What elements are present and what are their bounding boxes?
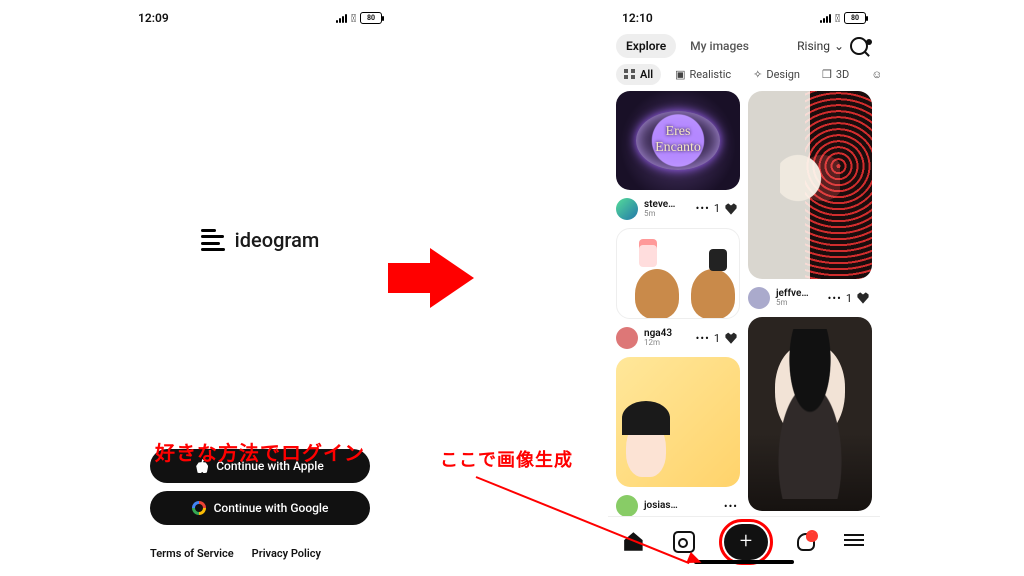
chevron-down-icon: ⌄ xyxy=(834,39,844,53)
card-meta: nga43 12m ••• 1 xyxy=(616,325,740,351)
heart-icon[interactable] xyxy=(856,291,870,305)
cellular-icon xyxy=(336,14,347,23)
battery-icon: 80 xyxy=(360,12,382,24)
avatar[interactable] xyxy=(616,198,638,220)
sort-dropdown[interactable]: Rising ⌄ xyxy=(797,39,844,53)
google-icon xyxy=(192,501,206,515)
battery-icon: 80 xyxy=(844,12,866,24)
annotation-login: 好きな方法でログイン xyxy=(155,437,365,466)
filter-chips: All ▣ Realistic ✧ Design ❒ 3D ☺ xyxy=(608,58,880,91)
face-icon: ☺ xyxy=(871,68,880,81)
avatar[interactable] xyxy=(616,495,638,517)
more-icon[interactable]: ••• xyxy=(696,202,710,215)
bottom-nav: + 1 xyxy=(608,516,880,566)
privacy-policy-link[interactable]: Privacy Policy xyxy=(252,547,321,560)
feed-card[interactable] xyxy=(616,91,740,190)
more-icon[interactable]: ••• xyxy=(828,292,842,305)
nav-menu[interactable] xyxy=(844,531,866,553)
card-meta: steve… 5m ••• 1 xyxy=(616,196,740,222)
terms-of-service-link[interactable]: Terms of Service xyxy=(150,547,234,560)
nav-create-button[interactable]: + xyxy=(724,524,768,560)
continue-with-google-button[interactable]: Continue with Google xyxy=(150,491,370,525)
tab-explore[interactable]: Explore xyxy=(616,34,676,58)
clock: 12:10 xyxy=(622,11,653,25)
tab-my-images[interactable]: My images xyxy=(680,34,759,58)
nav-gallery[interactable] xyxy=(673,531,695,553)
wifi-icon: 􀙇 xyxy=(835,12,840,25)
home-indicator xyxy=(694,560,794,564)
sparkle-icon: ✧ xyxy=(753,68,762,81)
grid-icon xyxy=(624,69,636,81)
camera-icon: ▣ xyxy=(675,68,685,81)
avatar[interactable] xyxy=(748,287,770,309)
avatar[interactable] xyxy=(616,327,638,349)
heart-icon[interactable] xyxy=(724,331,738,345)
ideogram-icon xyxy=(201,229,227,251)
brand-logo: ideogram xyxy=(201,228,320,252)
nav-notifications[interactable]: 1 xyxy=(797,533,815,551)
chip-realistic[interactable]: ▣ Realistic xyxy=(667,64,739,85)
explore-screen: 12:10 􀙇 80 Explore My images Rising ⌄ Al… xyxy=(608,6,880,566)
status-bar: 12:09 􀙇 80 xyxy=(124,6,396,30)
cube-icon: ❒ xyxy=(822,68,832,81)
chip-all[interactable]: All xyxy=(616,64,661,85)
feed-card[interactable] xyxy=(748,91,872,279)
wifi-icon: 􀙇 xyxy=(351,12,356,25)
feed-card[interactable] xyxy=(616,357,740,487)
annotation-generate: ここで画像生成 xyxy=(440,446,573,472)
feed-card[interactable] xyxy=(616,228,740,319)
clock: 12:09 xyxy=(138,11,169,25)
annotation-arrow-right xyxy=(430,248,474,308)
more-icon[interactable]: ••• xyxy=(696,332,710,345)
chip-3d[interactable]: ❒ 3D xyxy=(814,64,857,85)
chip-more[interactable]: ☺ xyxy=(863,64,880,85)
cellular-icon xyxy=(820,14,831,23)
hamburger-icon xyxy=(844,534,866,546)
nav-home[interactable] xyxy=(622,531,644,553)
login-screen: 12:09 􀙇 80 ideogram 好きな方法でログイン Continue … xyxy=(124,6,396,566)
more-icon[interactable]: ••• xyxy=(724,500,738,513)
heart-icon[interactable] xyxy=(724,202,738,216)
search-icon[interactable] xyxy=(850,37,868,55)
chip-design[interactable]: ✧ Design xyxy=(745,64,808,85)
feed-card[interactable] xyxy=(748,317,872,511)
card-meta: jeffve… 5m ••• 1 xyxy=(748,285,872,311)
notification-badge: 1 xyxy=(806,530,818,542)
status-bar: 12:10 􀙇 80 xyxy=(608,6,880,30)
brand-name: ideogram xyxy=(235,228,320,252)
